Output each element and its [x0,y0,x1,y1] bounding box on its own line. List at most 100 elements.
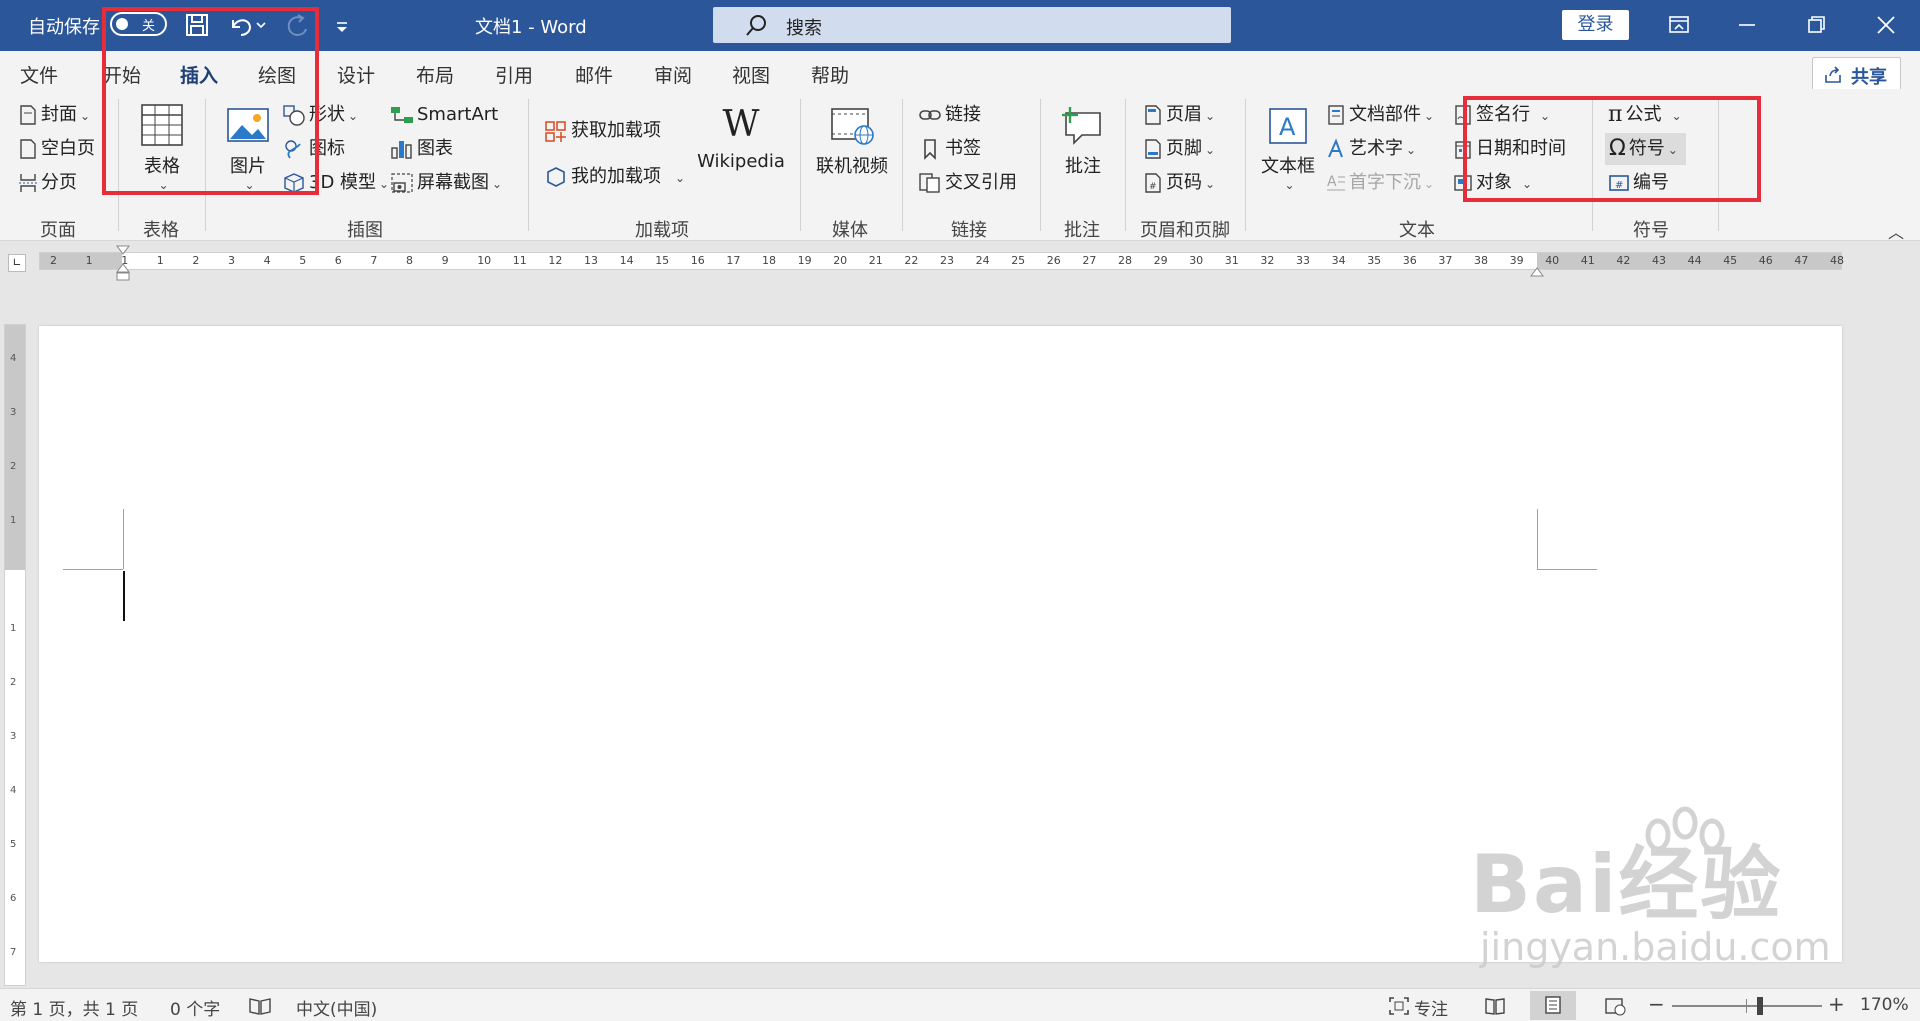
tab-home[interactable]: 开始 [103,61,141,88]
signature-line-button[interactable]: 签名行 ⌄ [1453,101,1550,129]
header-button[interactable]: 页眉 ⌄ [1143,101,1215,129]
table-button[interactable]: 表格 ⌄ [136,103,188,192]
ribbon-display-options-icon[interactable] [1663,10,1695,40]
right-indent-marker-icon[interactable] [1529,262,1545,278]
crop-mark [123,509,124,569]
tab-file[interactable]: 文件 [20,61,58,88]
link-button[interactable]: 链接 [918,101,981,129]
number-icon: # [1609,175,1629,191]
search-box[interactable]: 搜索 [713,7,1231,43]
ruler-number: 40 [1545,254,1560,267]
footer-button[interactable]: 页脚 ⌄ [1143,135,1215,163]
text-box-button[interactable]: A 文本框 ⌄ [1258,105,1318,192]
shapes-button[interactable]: 形状 ⌄ [282,101,358,129]
share-label: 共享 [1851,67,1887,88]
redo-icon[interactable] [282,10,312,40]
tab-help[interactable]: 帮助 [811,61,849,88]
login-button[interactable]: 登录 [1562,10,1629,40]
group-separator [118,99,119,231]
my-addins-button[interactable]: 我的加载项 ⌄ [544,163,685,191]
svg-text:#: # [1149,182,1157,192]
symbol-button[interactable]: Ω 符号 ⌄ [1605,133,1686,165]
proofing-icon[interactable] [248,996,272,1016]
new-comment-button[interactable]: 批注 [1055,105,1111,178]
tab-selector-icon[interactable]: ∟ [8,254,26,272]
wordart-button[interactable]: 艺术字 ⌄ [1326,135,1416,163]
3d-models-label: 3D 模型 [309,172,377,193]
minimize-icon[interactable] [1731,10,1763,40]
save-icon[interactable] [182,10,212,40]
web-layout-icon[interactable] [1604,996,1626,1016]
share-button[interactable]: 共享 [1812,57,1901,91]
page-number-button[interactable]: # 页码 ⌄ [1143,169,1215,197]
get-addins-button[interactable]: 获取加载项 [544,117,661,145]
ruler-number: 7 [370,254,378,267]
ruler-number: 11 [512,254,527,267]
online-video-label: 联机视频 [816,156,888,177]
bookmark-button[interactable]: 书签 [918,135,981,163]
object-button[interactable]: 对象 ⌄ [1453,169,1532,197]
link-label: 链接 [945,104,981,125]
group-separator [800,99,801,231]
customize-qat-icon[interactable] [332,10,352,40]
restore-icon[interactable] [1800,10,1832,40]
collapse-ribbon-icon[interactable]: ︿ [1888,219,1904,243]
zoom-level[interactable]: 170% [1860,995,1909,1015]
icons-button[interactable]: 图标 [282,135,345,163]
ruler-number: 12 [548,254,563,267]
chart-label: 图表 [417,138,453,159]
tab-layout[interactable]: 布局 [416,61,454,88]
page-count[interactable]: 第 1 页，共 1 页 [10,995,138,1020]
zoom-in-icon[interactable]: + [1828,992,1845,1016]
close-icon[interactable] [1870,10,1902,40]
ruler-number: 9 [441,254,449,267]
language[interactable]: 中文(中国) [296,995,377,1020]
ruler-number: 27 [1082,254,1097,267]
page-break-button[interactable]: 分页 [18,169,77,197]
equation-button[interactable]: π 公式 ⌄ [1608,101,1682,129]
cross-reference-button[interactable]: 交叉引用 [918,169,1017,197]
read-mode-icon[interactable] [1484,996,1506,1016]
zoom-out-icon[interactable]: − [1648,992,1665,1016]
quick-parts-button[interactable]: 文档部件 ⌄ [1326,101,1434,129]
picture-button[interactable]: 图片 ⌄ [222,103,274,192]
vruler-number: 1 [10,623,17,634]
tab-review[interactable]: 审阅 [654,61,692,88]
focus-mode-button[interactable]: 专注 [1414,995,1448,1020]
numbering-button[interactable]: # 编号 [1608,169,1669,197]
tab-design[interactable]: 设计 [337,61,375,88]
chevron-down-icon: ⌄ [492,177,503,191]
chart-button[interactable]: 图表 [390,135,453,163]
print-layout-button[interactable] [1530,991,1576,1020]
ruler-number: 30 [1189,254,1204,267]
zoom-slider[interactable] [1672,1005,1822,1007]
tab-view[interactable]: 视图 [732,61,770,88]
tab-references[interactable]: 引用 [495,61,533,88]
screenshot-button[interactable]: 屏幕截图 ⌄ [390,169,502,197]
table-icon [141,104,183,146]
blank-page-button[interactable]: 空白页 [18,135,95,163]
tab-insert[interactable]: 插入 [180,61,218,88]
smartart-button[interactable]: SmartArt [390,101,498,129]
wikipedia-button[interactable]: W Wikipedia [695,105,787,173]
ruler-number: 4 [263,254,271,267]
zoom-slider-thumb[interactable] [1757,997,1763,1015]
word-count[interactable]: 0 个字 [170,995,220,1020]
date-time-button[interactable]: 日期和时间 [1453,135,1566,163]
indent-marker-icon[interactable] [115,244,131,284]
group-media-label: 媒体 [832,220,868,241]
title-bar: 自动保存 关 文档1 - Word 搜索 登录 [0,0,1920,51]
undo-icon[interactable] [225,10,270,40]
get-addins-label: 获取加载项 [571,120,661,141]
text-box-icon: A [1269,108,1307,144]
tab-mailings[interactable]: 邮件 [575,61,613,88]
link-icon [919,110,941,120]
autosave-toggle[interactable]: 关 [110,12,167,36]
cover-page-button[interactable]: 封面 ⌄ [18,101,90,129]
3d-models-button[interactable]: 3D 模型 ⌄ [282,169,389,197]
online-video-button[interactable]: 联机视频 [812,105,892,178]
chart-icon [391,141,412,159]
drop-cap-button[interactable]: A 首字下沉 ⌄ [1326,169,1434,197]
ruler-number: 20 [833,254,848,267]
tab-draw[interactable]: 绘图 [258,61,296,88]
